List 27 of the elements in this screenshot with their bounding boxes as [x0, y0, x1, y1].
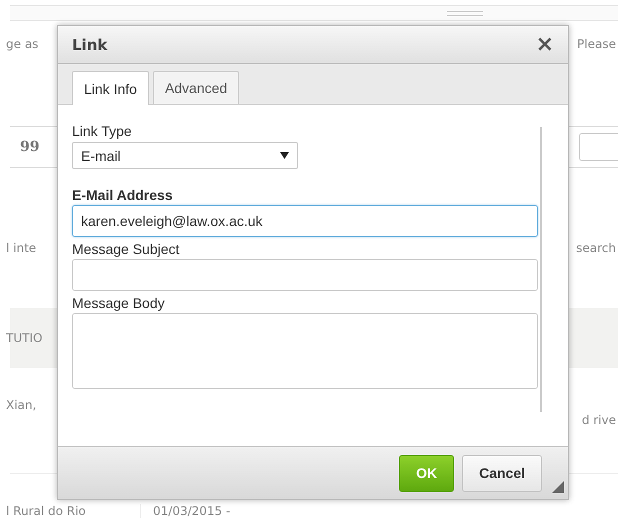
cancel-button[interactable]: Cancel	[462, 454, 542, 492]
column-header: TUTIO	[6, 331, 42, 345]
message-body-field[interactable]	[72, 313, 538, 389]
field-label: Message Subject	[72, 241, 180, 257]
field-label: E-Mail Address	[72, 187, 174, 203]
field-label: Message Body	[72, 295, 166, 311]
page-text: Please	[577, 37, 616, 51]
table-cell-text: l Rural do Rio	[6, 504, 87, 518]
page-text: l inte	[6, 241, 36, 255]
resize-grip-icon[interactable]	[552, 481, 564, 493]
tab[interactable]: Link Info	[72, 71, 149, 105]
tab[interactable]: Advanced	[152, 71, 240, 104]
field-label: Link Type	[72, 123, 133, 139]
link-type-dropdown[interactable]: E-mail	[72, 142, 298, 169]
page-text: ge as	[6, 37, 38, 51]
table-cell: d rive	[582, 413, 616, 427]
text-field[interactable]	[72, 259, 538, 291]
quote-button[interactable]: 99	[20, 139, 40, 155]
table-cell: 01/03/2015 -	[140, 504, 230, 518]
drag-handle-icon	[447, 10, 483, 16]
dialog-title: Link	[72, 36, 108, 54]
page-text: search	[576, 241, 616, 255]
toolbar-button[interactable]	[579, 133, 618, 161]
table-cell: Xian,	[6, 398, 36, 412]
text-field[interactable]: karen.eveleigh@law.ox.ac.uk	[72, 205, 538, 237]
dropdown-arrow-icon	[280, 152, 289, 159]
close-button[interactable]: ×	[536, 34, 554, 56]
